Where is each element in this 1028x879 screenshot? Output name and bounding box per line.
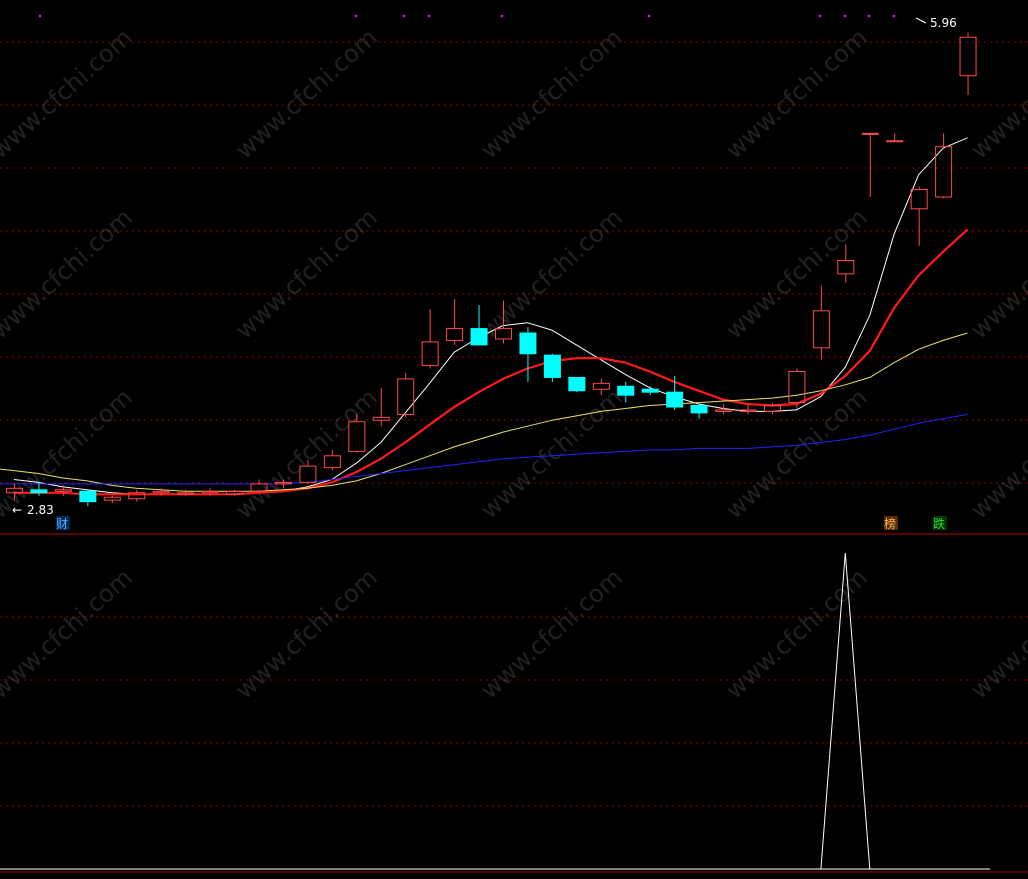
candle-body <box>152 490 170 494</box>
top-dot <box>867 14 871 18</box>
moving-average-line <box>0 468 15 472</box>
candle-body <box>886 140 904 143</box>
grid-lines <box>0 41 1028 807</box>
watermark-text: www.cfchi.com <box>475 383 627 524</box>
watermark-text: www.cfchi.com <box>475 563 627 704</box>
low-price-label: 2.83 <box>27 503 54 517</box>
top-dot <box>500 14 504 18</box>
top-dot <box>354 14 358 18</box>
candle-body <box>201 490 219 494</box>
watermark-text: www.cfchi.com <box>720 563 872 704</box>
candle-body <box>323 455 341 469</box>
watermark-text: www.cfchi.com <box>720 23 872 164</box>
candle-body <box>617 385 635 396</box>
top-dot <box>892 14 896 18</box>
watermark-text: www.cfchi.com <box>0 203 138 344</box>
candle-body <box>397 378 415 415</box>
top-dot <box>402 14 406 18</box>
marker-bang: 榜 <box>884 516 896 531</box>
top-dot <box>818 14 822 18</box>
candle-body <box>812 310 830 349</box>
watermark-text: www.cfchi.com <box>0 563 138 704</box>
candle-body <box>568 376 586 392</box>
candle-body <box>421 341 439 367</box>
watermark-text: www.cfchi.com <box>230 563 382 704</box>
candle-body <box>79 490 97 503</box>
watermark-text: www.cfchi.com <box>965 23 1028 164</box>
watermark-text: www.cfchi.com <box>0 23 138 164</box>
high-price-label: 5.96 <box>930 16 957 30</box>
candle-body <box>837 260 855 275</box>
watermark-text: www.cfchi.com <box>230 203 382 344</box>
marker-cai: 财 <box>56 517 68 531</box>
watermark-text: www.cfchi.com <box>965 383 1028 524</box>
candle-body <box>54 489 72 492</box>
candle-body <box>861 132 879 135</box>
watermark-layer: www.cfchi.com www.cfchi.com www.cfchi.com w… <box>0 23 1028 704</box>
top-dots <box>38 14 896 18</box>
watermark-text: www.cfchi.com <box>230 23 382 164</box>
candle-body <box>910 189 928 210</box>
top-dot <box>38 14 42 18</box>
candle-body <box>641 388 659 393</box>
top-dot <box>647 14 651 18</box>
candle-body <box>715 409 733 412</box>
candle-body <box>788 370 806 404</box>
candle-body <box>372 416 390 421</box>
candle-body <box>690 405 708 414</box>
watermark-text: www.cfchi.com <box>965 563 1028 704</box>
top-dot <box>843 14 847 18</box>
stock-chart: www.cfchi.com www.cfchi.com www.cfchi.com w… <box>0 14 1028 873</box>
marker-die: 跌 <box>933 516 945 531</box>
high-pointer-line <box>915 17 927 24</box>
candle-body <box>519 332 537 355</box>
watermark-text: www.cfchi.com <box>475 23 627 164</box>
candle-body <box>666 391 684 408</box>
watermark-text: www.cfchi.com <box>230 383 382 524</box>
moving-average-line <box>14 228 969 496</box>
candle-body <box>470 328 488 346</box>
watermark-text: www.cfchi.com <box>475 203 627 344</box>
watermark-text: www.cfchi.com <box>965 203 1028 344</box>
low-arrow: ← <box>12 503 22 517</box>
candle-body <box>446 328 464 341</box>
candle-body <box>959 36 977 77</box>
candle-body <box>30 489 48 494</box>
candle-body <box>543 354 561 378</box>
top-dot <box>427 14 431 18</box>
candle-body <box>103 496 121 501</box>
candle-body <box>226 490 244 495</box>
